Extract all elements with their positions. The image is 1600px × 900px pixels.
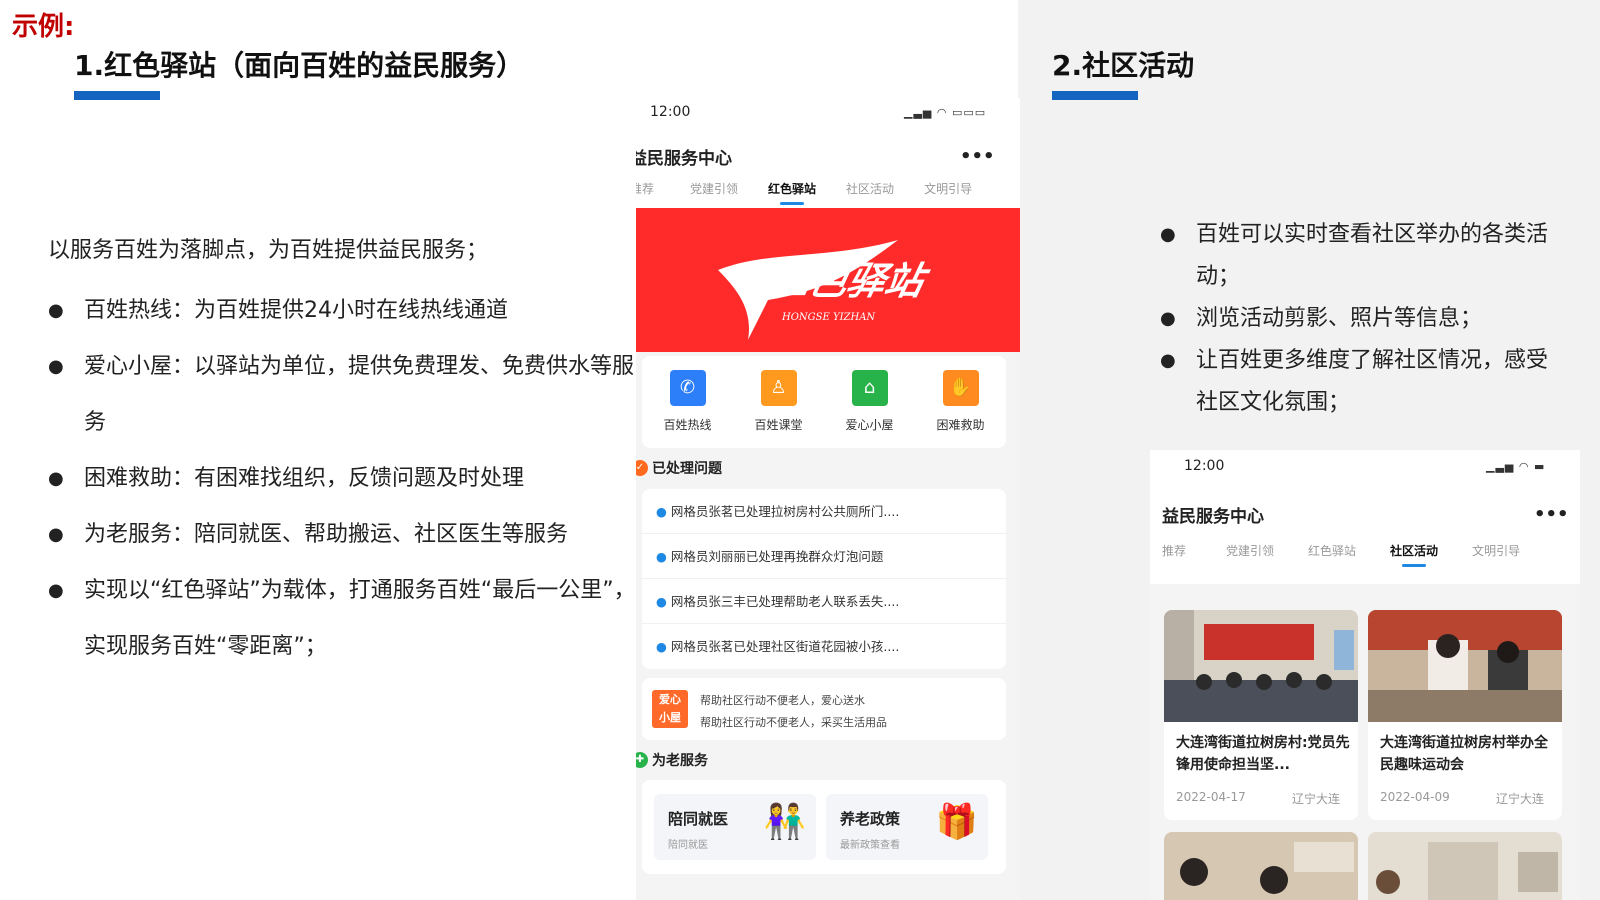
tab-red-station[interactable]: 红色驿站 xyxy=(1308,542,1356,559)
list-item[interactable]: ● 网格员刘丽丽已处理再挽群众灯泡问题 xyxy=(642,534,1006,579)
elder-card-medical[interactable]: 陪同就医 陪同就医 👫 xyxy=(654,794,816,860)
check-circle-icon: ✓ xyxy=(636,460,648,476)
section1-bullet-list: ● 百姓热线：为百姓提供24小时在线热线通道 ● 爱心小屋：以驿站为单位，提供免费理… xyxy=(48,283,638,675)
activity-location: 辽宁大连 xyxy=(1495,792,1544,806)
love-line-2: 帮助社区行动不便老人，采买生活用品 xyxy=(700,716,887,729)
signal-battery-icon: ▁▃▅ ◠ ▭▭▭ xyxy=(904,106,987,119)
tab-bar: 推荐 党建引领 红色驿站 社区活动 文明引导 xyxy=(1162,542,1520,567)
phone-header: 12:00 ▁▃▅ ◠ ▭▭▭ 益民服务中心 ••• 推荐 党建引领 红色驿站 … xyxy=(636,98,1020,208)
activity-date: 2022-04-09 xyxy=(1380,790,1450,804)
list-item[interactable]: ● 网格员张茗已处理拉树房村公共厕所门.... xyxy=(642,489,1006,534)
help-icon: ✋ xyxy=(942,370,979,406)
tab-community[interactable]: 社区活动 xyxy=(1390,542,1438,567)
tab-civility[interactable]: 文明引导 xyxy=(1472,542,1520,559)
status-time: 12:00 xyxy=(650,104,691,120)
more-icon[interactable]: ••• xyxy=(960,146,995,167)
section2-bullet-list: ● 百姓可以实时查看社区举办的各类活动； ● 浏览活动剪影、照片等信息； ● 让百姓更… xyxy=(1160,214,1560,424)
list-item: ● 实现以“红色驿站”为载体，打通服务百姓“最后一公里”，实现服务百姓“零距离”； xyxy=(48,578,636,659)
tab-bar: 推荐 党建引领 红色驿站 社区活动 文明引导 xyxy=(636,180,972,205)
banner-logo-text: 红色驿站 xyxy=(766,258,929,303)
activity-title: 大连湾街道拉树房村:党员先锋用使命担当坚... xyxy=(1176,735,1350,773)
activity-card[interactable]: 大连湾街道拉树房村举办全民趣味运动会 2022-04-09 辽宁大连 xyxy=(1368,610,1562,820)
service-classroom[interactable]: ♙ 百姓课堂 xyxy=(739,370,819,448)
list-item[interactable]: ● 网格员张茗已处理社区街道花园被小孩.... xyxy=(642,624,1006,669)
phone-mockup-red-station: 12:00 ▁▃▅ ◠ ▭▭▭ 益民服务中心 ••• 推荐 党建引领 红色驿站 … xyxy=(636,98,1020,900)
gift-icon: 🎁 xyxy=(935,802,978,842)
tab-red-station[interactable]: 红色驿站 xyxy=(768,180,816,205)
love-house-badge: 爱心 小屋 xyxy=(652,690,688,728)
activity-card[interactable] xyxy=(1164,832,1358,900)
list-item: ● 百姓可以实时查看社区举办的各类活动； xyxy=(1160,222,1549,289)
app-title: 益民服务中心 xyxy=(636,149,732,169)
list-item[interactable]: ● 网格员张三丰已处理帮助老人联系丢失.... xyxy=(642,579,1006,624)
elderly-couple-icon: 👫 xyxy=(763,802,806,842)
tab-party[interactable]: 党建引领 xyxy=(690,180,738,197)
house-icon: ⌂ xyxy=(851,370,888,406)
elder-card-policy[interactable]: 养老政策 最新政策查看 🎁 xyxy=(826,794,988,860)
elder-service-card: 陪同就医 陪同就医 👫 养老政策 最新政策查看 🎁 xyxy=(642,780,1006,874)
tab-community[interactable]: 社区活动 xyxy=(846,180,894,197)
tab-civility[interactable]: 文明引导 xyxy=(924,180,972,197)
activity-card[interactable]: 大连湾街道拉树房村:党员先锋用使命担当坚... 2022-04-17 辽宁大连 xyxy=(1164,610,1358,820)
list-item: ● 浏览活动剪影、照片等信息； xyxy=(1160,306,1483,331)
elder-service-heading: ✚ 为老服务 xyxy=(636,750,708,770)
list-item: ● 为老服务：陪同就医、帮助搬运、社区医生等服务 xyxy=(48,522,569,547)
teacher-icon: ♙ xyxy=(760,370,797,406)
services-grid: ✆ 百姓热线 ♙ 百姓课堂 ⌂ 爱心小屋 ✋ 困难救助 xyxy=(642,356,1006,448)
list-item: ● 爱心小屋：以驿站为单位，提供免费理发、免费供水等服务 xyxy=(48,354,635,435)
section1-title: 1.红色驿站（面向百姓的益民服务） xyxy=(74,49,525,82)
tab-party[interactable]: 党建引领 xyxy=(1226,542,1274,559)
love-house-card[interactable]: 爱心 小屋 帮助社区行动不便老人，爱心送水 帮助社区行动不便老人，采买生活用品 xyxy=(642,678,1006,740)
phone-icon: ✆ xyxy=(669,370,706,406)
list-item: ● 百姓热线：为百姓提供24小时在线热线通道 xyxy=(48,298,508,323)
tab-recommend[interactable]: 推荐 xyxy=(1162,542,1186,559)
service-hotline[interactable]: ✆ 百姓热线 xyxy=(648,370,728,448)
service-love-house[interactable]: ⌂ 爱心小屋 xyxy=(830,370,910,448)
section2-underline xyxy=(1052,91,1138,100)
phone-mockup-community: 12:00 ▁▃▅ ◠ ▬ 益民服务中心 ••• 推荐 党建引领 红色驿站 社区… xyxy=(1150,450,1580,900)
list-item: ● 让百姓更多维度了解社区情况，感受社区文化氛围； xyxy=(1160,348,1549,415)
activity-photo xyxy=(1368,610,1562,722)
service-aid[interactable]: ✋ 困难救助 xyxy=(921,370,1001,448)
activity-photo xyxy=(1368,832,1562,900)
section1-intro: 以服务百姓为落脚点，为百姓提供益民服务； xyxy=(48,238,489,263)
list-item: ● 困难救助：有困难找组织，反馈问题及时处理 xyxy=(48,466,525,491)
app-title: 益民服务中心 xyxy=(1162,507,1264,527)
red-station-banner: 红色驿站 HONGSE YIZHAN xyxy=(636,208,1020,352)
section1-underline xyxy=(74,91,160,100)
activity-title: 大连湾街道拉树房村举办全民趣味运动会 xyxy=(1380,735,1548,773)
tab-recommend[interactable]: 推荐 xyxy=(636,180,654,197)
processed-issues-list: ● 网格员张茗已处理拉树房村公共厕所门.... ● 网格员刘丽丽已处理再挽群众灯泡问… xyxy=(642,489,1006,669)
activity-date: 2022-04-17 xyxy=(1176,790,1246,804)
activity-card[interactable] xyxy=(1368,832,1562,900)
processed-issues-heading: ✓ 已处理问题 xyxy=(636,458,722,478)
status-time: 12:00 xyxy=(1184,458,1225,474)
section2-title: 2.社区活动 xyxy=(1052,49,1195,82)
more-icon[interactable]: ••• xyxy=(1534,504,1569,525)
love-line-1: 帮助社区行动不便老人，爱心送水 xyxy=(700,694,865,707)
signal-battery-icon: ▁▃▅ ◠ ▬ xyxy=(1486,460,1546,473)
activity-photo xyxy=(1164,610,1358,722)
activity-photo xyxy=(1164,832,1358,900)
example-label: 示例: xyxy=(12,12,75,42)
phone-header: 12:00 ▁▃▅ ◠ ▬ 益民服务中心 ••• 推荐 党建引领 红色驿站 社区… xyxy=(1150,450,1580,584)
banner-subtitle: HONGSE YIZHAN xyxy=(782,312,876,323)
leaf-icon: ✚ xyxy=(636,752,648,768)
activity-location: 辽宁大连 xyxy=(1291,792,1340,806)
